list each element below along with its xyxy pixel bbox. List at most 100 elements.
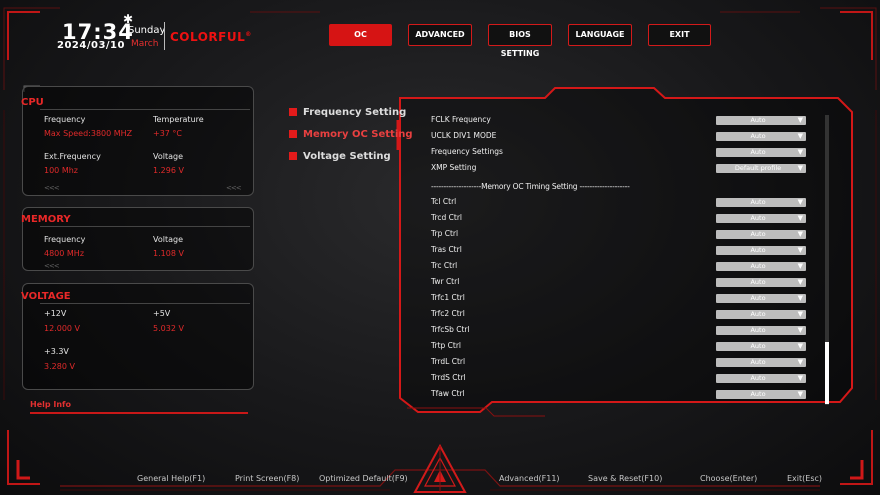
voltage-12v-label: +12V [44,309,67,318]
dropdown-arrow-icon: ▼ [797,132,803,140]
setting-select-tfaw-ctrl[interactable]: Auto ▼ [716,390,806,399]
memory-frequency-value: 4800 MHz [44,249,85,258]
tab-advanced[interactable]: ADVANCED [408,24,472,46]
setting-select-trfcsb-ctrl[interactable]: Auto ▼ [716,326,806,335]
voltage-5v-label: +5V [153,309,171,318]
square-bullet-icon [289,108,297,116]
footer-exit[interactable]: Exit(Esc) [787,474,822,483]
dropdown-arrow-icon: ▼ [797,358,803,366]
setting-label-tcl-ctrl: Tcl Ctrl [431,197,457,206]
submenu-voltage-setting[interactable]: Voltage Setting [289,151,391,162]
dropdown-arrow-icon: ▼ [797,262,803,270]
footer-save-reset[interactable]: Save & Reset(F10) [588,474,662,483]
setting-select-trfc2-ctrl[interactable]: Auto ▼ [716,310,806,319]
setting-select-tras-ctrl[interactable]: Auto ▼ [716,246,806,255]
timing-section-divider: --------------------Memory OC Timing Set… [431,182,630,191]
setting-select-uclk-div1-mode[interactable]: Auto ▼ [716,132,806,141]
cpu-ext-frequency-value: 100 Mhz [44,166,78,175]
clock-month: March [131,39,159,49]
tab-exit[interactable]: EXIT [648,24,711,46]
setting-label-uclk-div1-mode: UCLK DIV1 MODE [431,131,497,140]
setting-select-tcl-ctrl[interactable]: Auto ▼ [716,198,806,207]
cpu-chevron-right: <<< [226,184,242,192]
dropdown-arrow-icon: ▼ [797,246,803,254]
submenu-memory-oc-setting[interactable]: Memory OC Setting [289,129,413,140]
cpu-panel [22,86,254,196]
setting-select-trp-ctrl[interactable]: Auto ▼ [716,230,806,239]
setting-label-trc-ctrl: Trc Ctrl [431,261,458,270]
setting-label-trtp-ctrl: Trtp Ctrl [431,341,461,350]
memory-title-line [40,226,250,227]
gear-icon[interactable]: ✱ [123,12,133,26]
setting-select-twr-ctrl[interactable]: Auto ▼ [716,278,806,287]
footer-choose[interactable]: Choose(Enter) [700,474,757,483]
tab-bios-setting[interactable]: BIOS SETTING [488,24,552,58]
scrollbar-thumb[interactable] [825,342,829,404]
voltage-33v-value: 3.280 V [44,362,75,371]
dropdown-arrow-icon: ▼ [797,214,803,222]
footer-print-screen[interactable]: Print Screen(F8) [235,474,299,483]
setting-label-trcd-ctrl: Trcd Ctrl [431,213,463,222]
cpu-chevron-left: <<< [44,184,60,192]
voltage-title-line [40,303,250,304]
footer-optimized-default[interactable]: Optimized Default(F9) [319,474,408,483]
cpu-voltage-value: 1.296 V [153,166,184,175]
setting-label-frequency-settings: Frequency Settings [431,147,503,156]
help-info-title: Help Info [30,400,72,409]
dropdown-arrow-icon: ▼ [797,294,803,302]
voltage-12v-value: 12.000 V [44,324,81,333]
help-info-underline [30,412,248,414]
cpu-temperature-value: +37 °C [153,129,183,138]
brand-logo: COLORFUL® [170,30,252,44]
footer-advanced[interactable]: Advanced(F11) [499,474,560,483]
voltage-5v-value: 5.032 V [153,324,184,333]
square-bullet-icon [289,130,297,138]
setting-label-trp-ctrl: Trp Ctrl [431,229,459,238]
memory-frequency-label: Frequency [44,235,86,244]
tab-oc[interactable]: OC [329,24,392,46]
setting-label-trfc1-ctrl: Trfc1 Ctrl [431,293,465,302]
memory-voltage-value: 1.108 V [153,249,184,258]
setting-label-trrdl-ctrl: TrrdL Ctrl [431,357,466,366]
setting-label-xmp-setting: XMP Setting [431,163,477,172]
voltage-33v-label: +3.3V [44,347,69,356]
dropdown-arrow-icon: ▼ [797,390,803,398]
cpu-title: CPU [21,97,44,108]
colorful-emblem [413,443,467,493]
setting-select-xmp-setting[interactable]: Default profile ▼ [716,164,806,173]
footer-general-help[interactable]: General Help(F1) [137,474,205,483]
setting-label-fclk-frequency: FCLK Frequency [431,115,491,124]
setting-label-trrds-ctrl: TrrdS Ctrl [431,373,466,382]
dropdown-arrow-icon: ▼ [797,310,803,318]
dropdown-arrow-icon: ▼ [797,164,803,172]
setting-select-trrds-ctrl[interactable]: Auto ▼ [716,374,806,383]
cpu-temperature-label: Temperature [153,115,204,124]
setting-select-frequency-settings[interactable]: Auto ▼ [716,148,806,157]
brand-separator [164,22,165,50]
square-bullet-icon [289,152,297,160]
setting-select-trcd-ctrl[interactable]: Auto ▼ [716,214,806,223]
submenu-frequency-setting[interactable]: Frequency Setting [289,107,406,118]
setting-select-trtp-ctrl[interactable]: Auto ▼ [716,342,806,351]
setting-label-twr-ctrl: Twr Ctrl [431,277,460,286]
dropdown-arrow-icon: ▼ [797,342,803,350]
voltage-title: VOLTAGE [21,291,71,302]
cpu-frequency-value: Max Speed:3800 MHZ [44,129,133,138]
setting-select-fclk-frequency[interactable]: Auto ▼ [716,116,806,125]
setting-label-trfc2-ctrl: Trfc2 Ctrl [431,309,465,318]
setting-label-tras-ctrl: Tras Ctrl [431,245,462,254]
dropdown-arrow-icon: ▼ [797,148,803,156]
setting-select-trfc1-ctrl[interactable]: Auto ▼ [716,294,806,303]
clock-date: 2024/03/10 [57,40,125,51]
dropdown-arrow-icon: ▼ [797,278,803,286]
memory-title: MEMORY [21,214,71,225]
setting-label-trfcsb-ctrl: TrfcSb Ctrl [431,325,470,334]
setting-select-trrdl-ctrl[interactable]: Auto ▼ [716,358,806,367]
setting-select-trc-ctrl[interactable]: Auto ▼ [716,262,806,271]
cpu-frequency-label: Frequency [44,115,86,124]
dropdown-arrow-icon: ▼ [797,326,803,334]
clock-day: Sunday [128,25,166,36]
dropdown-arrow-icon: ▼ [797,116,803,124]
dropdown-arrow-icon: ▼ [797,374,803,382]
tab-language[interactable]: LANGUAGE [568,24,632,46]
